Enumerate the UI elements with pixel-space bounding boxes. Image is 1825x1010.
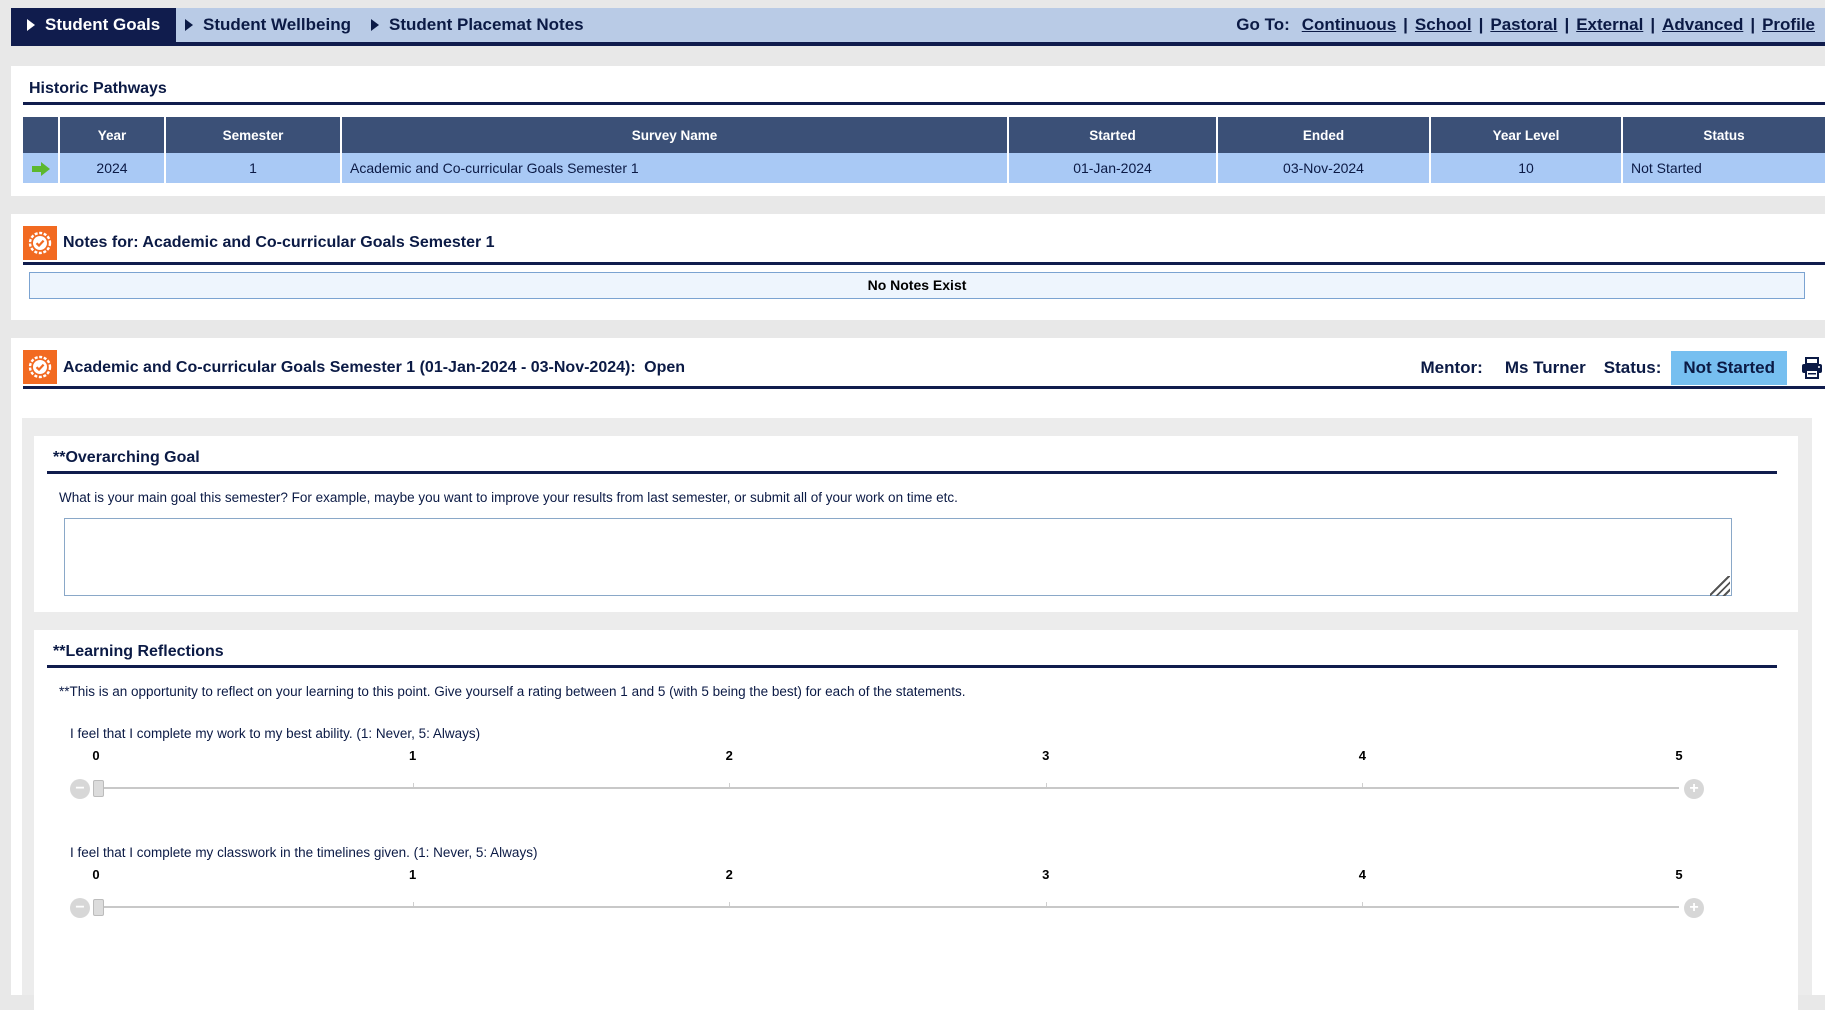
scale-label-2: 2: [726, 748, 733, 763]
minus-icon[interactable]: −: [70, 898, 90, 918]
status-badge: Not Started: [1671, 351, 1787, 385]
overarching-goal-description: What is your main goal this semester? Fo…: [59, 490, 958, 505]
scale-label-0: 0: [92, 748, 99, 763]
checkmark-badge-icon: [23, 350, 57, 384]
divider: [47, 471, 1777, 474]
divider: [23, 262, 1825, 265]
column-header-year: Year: [59, 117, 165, 153]
survey-title-text: Academic and Co-curricular Goals Semeste…: [63, 359, 636, 376]
resize-handle-icon[interactable]: [1710, 576, 1730, 596]
goto-link-profile[interactable]: Profile: [1762, 15, 1815, 35]
statement-text: I feel that I complete my work to my bes…: [70, 726, 480, 741]
goto-link-advanced[interactable]: Advanced: [1662, 15, 1743, 35]
slider-handle[interactable]: [93, 899, 104, 916]
survey-meta: Mentor: Ms Turner Status: Not Started: [1421, 350, 1825, 386]
scale-label-4: 4: [1359, 748, 1366, 763]
historic-pathways-table: Year Semester Survey Name Started Ended …: [23, 117, 1825, 183]
column-header-survey-name: Survey Name: [341, 117, 1008, 153]
table-header-row: Year Semester Survey Name Started Ended …: [23, 117, 1825, 153]
divider: [47, 665, 1777, 668]
triangle-right-icon: [371, 19, 379, 31]
tab-student-placemat-notes[interactable]: Student Placemat Notes: [371, 8, 584, 42]
tab-student-wellbeing[interactable]: Student Wellbeing: [185, 8, 351, 42]
separator: |: [1403, 15, 1408, 35]
scale-label-1: 1: [409, 867, 416, 882]
separator: |: [1750, 15, 1755, 35]
scale-label-4: 4: [1359, 867, 1366, 882]
triangle-right-icon: [185, 19, 193, 31]
column-header-semester: Semester: [165, 117, 341, 153]
plus-icon[interactable]: +: [1684, 898, 1704, 918]
divider: [23, 386, 1825, 389]
row-selector[interactable]: [23, 153, 59, 183]
survey-state: Open: [644, 359, 685, 376]
scale-label-0: 0: [92, 867, 99, 882]
separator: |: [1479, 15, 1484, 35]
cell-status: Not Started: [1622, 153, 1825, 183]
overarching-goal-card: **Overarching Goal What is your main goa…: [34, 436, 1798, 612]
scale-label-3: 3: [1042, 867, 1049, 882]
learning-reflections-description: **This is an opportunity to reflect on y…: [59, 684, 966, 699]
separator: |: [1650, 15, 1655, 35]
notes-panel: Notes for: Academic and Co-curricular Go…: [11, 214, 1825, 320]
column-header: [23, 117, 59, 153]
slider-track[interactable]: [96, 787, 1679, 789]
tab-label: Student Goals: [45, 15, 160, 35]
cell-survey-name: Academic and Co-curricular Goals Semeste…: [341, 153, 1008, 183]
table-row[interactable]: 2024 1 Academic and Co-curricular Goals …: [23, 153, 1825, 183]
historic-pathways-panel: Historic Pathways Year Semester Survey N…: [11, 66, 1825, 196]
survey-sections: **Overarching Goal What is your main goa…: [22, 418, 1812, 995]
learning-reflections-title: **Learning Reflections: [53, 643, 224, 661]
scale-label-3: 3: [1042, 748, 1049, 763]
separator: |: [1564, 15, 1569, 35]
mentor-label: Mentor:: [1421, 358, 1483, 378]
slider-handle[interactable]: [93, 780, 104, 797]
rating-slider-1: I feel that I complete my work to my bes…: [34, 726, 1798, 826]
mentor-name: Ms Turner: [1505, 358, 1586, 378]
plus-icon[interactable]: +: [1684, 779, 1704, 799]
slider-track[interactable]: [96, 906, 1679, 908]
column-header-status: Status: [1622, 117, 1825, 153]
overarching-goal-input[interactable]: [64, 518, 1732, 596]
scale-label-5: 5: [1675, 748, 1682, 763]
minus-icon[interactable]: −: [70, 779, 90, 799]
scale-label-1: 1: [409, 748, 416, 763]
historic-pathways-title: Historic Pathways: [29, 80, 167, 98]
print-icon[interactable]: [1799, 355, 1825, 381]
cell-semester: 1: [165, 153, 341, 183]
column-header-started: Started: [1008, 117, 1217, 153]
status-label: Status:: [1604, 358, 1662, 378]
goto-links: Go To: Continuous | School | Pastoral | …: [1236, 8, 1815, 42]
cell-year: 2024: [59, 153, 165, 183]
notes-title: Notes for: Academic and Co-curricular Go…: [63, 234, 495, 252]
cell-ended: 03-Nov-2024: [1217, 153, 1430, 183]
goto-link-pastoral[interactable]: Pastoral: [1490, 15, 1557, 35]
goto-link-continuous[interactable]: Continuous: [1302, 15, 1396, 35]
no-notes-message: No Notes Exist: [29, 272, 1805, 299]
statement-text: I feel that I complete my classwork in t…: [70, 845, 537, 860]
tab-label: Student Wellbeing: [203, 15, 351, 35]
survey-title: Academic and Co-curricular Goals Semeste…: [63, 359, 685, 377]
learning-reflections-card: **Learning Reflections **This is an oppo…: [34, 630, 1798, 1010]
cell-started: 01-Jan-2024: [1008, 153, 1217, 183]
arrow-right-icon: [32, 163, 50, 175]
scale-label-5: 5: [1675, 867, 1682, 882]
column-header-year-level: Year Level: [1430, 117, 1622, 153]
goto-link-external[interactable]: External: [1576, 15, 1643, 35]
tab-student-goals[interactable]: Student Goals: [11, 8, 176, 42]
cell-year-level: 10: [1430, 153, 1622, 183]
goto-link-school[interactable]: School: [1415, 15, 1472, 35]
goto-label: Go To:: [1236, 15, 1290, 35]
overarching-goal-title: **Overarching Goal: [53, 449, 200, 467]
tab-label: Student Placemat Notes: [389, 15, 584, 35]
scale-label-2: 2: [726, 867, 733, 882]
divider: [23, 102, 1825, 105]
rating-slider-2: I feel that I complete my classwork in t…: [34, 845, 1798, 945]
top-tab-bar: Student Goals Student Wellbeing Student …: [11, 8, 1825, 46]
column-header-ended: Ended: [1217, 117, 1430, 153]
triangle-right-icon: [27, 19, 35, 31]
checkmark-badge-icon: [23, 226, 57, 260]
